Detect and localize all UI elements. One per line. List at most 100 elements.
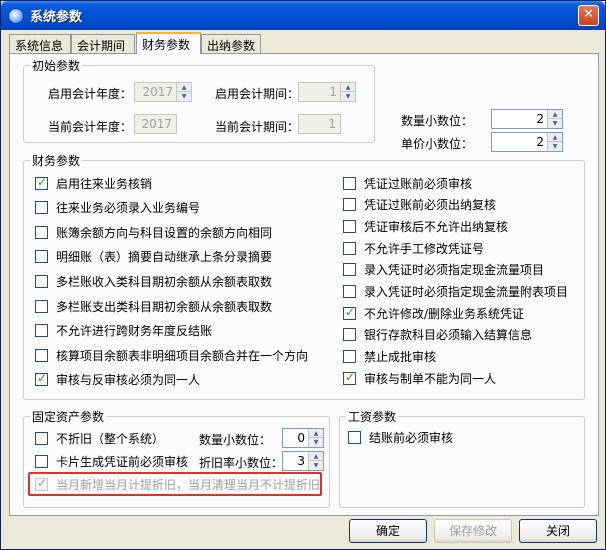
finance-left-checkbox-7[interactable]: 核算项目余额表非明细项目余额合并在一个方向 [35,347,308,363]
fa-rate-decimals-label: 折旧率小数位： [199,456,284,470]
app-icon [8,8,24,24]
finance-left-checkbox-2[interactable]: 账簿余额方向与科目设置的余额方向相同 [35,224,272,240]
tab-accounting-period[interactable]: 会计期间 [71,34,135,53]
system-parameters-window: 系统参数 ✕ 系统信息 会计期间 财务参数 出纳参数 初始参数 启用会计年度： … [0,0,606,550]
checkbox-box[interactable] [35,371,48,387]
salary-audit-checkbox[interactable]: 结账前必须审核 [348,429,453,445]
finance-right-label-5: 录入凭证时必须指定现金流量附表项目 [364,285,569,299]
spin-down-icon[interactable]: ▼ [309,461,323,470]
checkbox-box[interactable] [35,324,48,338]
start-period-spinner: 1 ▲ ▼ [298,82,356,102]
close-window-button[interactable]: ✕ [578,5,599,26]
checkbox-box[interactable] [343,241,356,255]
close-button[interactable]: 关闭 [519,519,597,543]
spin-up-icon[interactable]: ▲ [548,133,562,142]
finance-left-checkbox-0[interactable]: 启用往来业务核销 [35,175,152,191]
current-period-field: 1 [298,114,341,134]
finance-right-checkbox-8[interactable]: 禁止成批审核 [343,349,436,365]
finance-left-checkbox-8[interactable]: 审核与反审核必须为同一人 [35,371,201,388]
checkbox-box[interactable] [343,305,356,320]
finance-left-label-1: 往来业务必须录入业务编号 [56,201,201,216]
tab-cashier-params[interactable]: 出纳参数 [201,34,261,53]
finance-right-label-1: 凭证过账前必须出纳复核 [364,198,497,213]
checkbox-box[interactable] [348,430,361,444]
tab-finance-params[interactable]: 财务参数 [136,32,201,54]
finance-right-label-8: 禁止成批审核 [364,350,437,365]
checkbox-box[interactable] [343,198,356,212]
finance-params-legend: 财务参数 [32,154,81,168]
start-period-label: 启用会计期间： [215,87,300,101]
start-year-spinner: 2017 ▲ ▼ [134,82,192,102]
checkbox-box[interactable] [343,328,356,342]
spin-down-icon[interactable]: ▼ [548,119,562,128]
checkbox-box[interactable] [35,431,48,445]
price-decimals-spinner[interactable]: 2 ▲ ▼ [491,132,563,152]
initial-params-legend: 初始参数 [32,59,81,73]
save-changes-button[interactable]: 保存修改 [434,519,512,543]
checkbox-box[interactable] [35,274,48,288]
window-title: 系统参数 [30,10,83,25]
finance-left-label-8: 审核与反审核必须为同一人 [56,373,201,388]
current-year-label: 当前会计年度： [48,120,133,134]
spin-up-icon[interactable]: ▲ [309,452,323,461]
fa-qty-decimals-spinner[interactable]: 0 ▲ ▼ [282,428,324,448]
finance-right-checkbox-4[interactable]: 录入凭证时必须指定现金流量项目 [343,262,544,278]
fa-rate-decimals-value: 3 [297,454,305,468]
checkbox-box[interactable] [343,285,356,298]
card-audit-checkbox[interactable]: 卡片生成凭证前必须审核 [35,453,188,469]
tab-system-info[interactable]: 系统信息 [9,34,71,53]
finance-right-label-3: 不允许手工修改凭证号 [364,241,485,256]
finance-right-checkbox-5[interactable]: 录入凭证时必须指定现金流量附表项目 [343,284,568,300]
qty-decimals-spinner[interactable]: 2 ▲ ▼ [491,109,563,129]
finance-left-label-3: 明细账（表）摘要自动继承上条分录摘要 [56,250,273,265]
finance-left-checkbox-5[interactable]: 多栏账支出类科目期初余额从余额表取数 [35,298,272,314]
ok-button[interactable]: 确定 [349,519,427,543]
annotation-highlight-box [28,472,322,496]
price-decimals-value: 2 [536,135,544,149]
checkbox-box[interactable] [35,201,48,215]
checkbox-box[interactable] [343,263,356,277]
finance-right-label-0: 凭证过账前必须审核 [364,176,473,191]
spin-up-icon[interactable]: ▲ [309,429,323,438]
finance-left-checkbox-1[interactable]: 往来业务必须录入业务编号 [35,200,200,216]
price-decimals-label: 单价小数位： [401,137,474,151]
finance-right-label-9: 审核与制单不能为同一人 [364,371,497,386]
spin-down-icon: ▼ [177,92,191,101]
finance-right-checkbox-2[interactable]: 凭证审核后不允许出纳复核 [343,218,508,234]
checkbox-box[interactable] [35,175,48,190]
finance-left-checkbox-4[interactable]: 多栏账收入类科目期初余额从余额表取数 [35,273,272,289]
no-depreciation-checkbox[interactable]: 不折旧（整个系统） [35,430,164,446]
finance-right-checkbox-7[interactable]: 银行存款科目必须输入结算信息 [343,327,532,343]
finance-right-checkbox-3[interactable]: 不允许手工修改凭证号 [343,240,484,256]
finance-left-checkbox-3[interactable]: 明细账（表）摘要自动继承上条分录摘要 [35,249,272,265]
spin-down-icon[interactable]: ▼ [309,438,323,447]
checkbox-box[interactable] [35,299,48,313]
fa-qty-decimals-value: 0 [297,431,305,445]
finance-right-checkbox-1[interactable]: 凭证过账前必须出纳复核 [343,197,496,213]
checkbox-box[interactable] [343,350,356,364]
fa-qty-decimals-label: 数量小数位： [199,433,272,447]
checkbox-box[interactable] [35,250,48,264]
spin-down-icon: ▼ [341,92,355,101]
finance-right-checkbox-6[interactable]: 不允许修改/删除业务系统凭证 [343,305,524,321]
checkbox-box[interactable] [343,176,356,190]
qty-decimals-label: 数量小数位： [401,114,474,128]
title-bar[interactable]: 系统参数 ✕ [1,1,605,30]
checkbox-box[interactable] [35,225,48,239]
current-period-label: 当前会计期间： [215,120,300,134]
finance-right-checkbox-0[interactable]: 凭证过账前必须审核 [343,175,472,191]
spin-up-icon[interactable]: ▲ [548,110,562,119]
checkbox-box[interactable] [343,219,356,233]
finance-right-label-7: 银行存款科目必须输入结算信息 [364,328,533,343]
no-depreciation-label: 不折旧（整个系统） [56,431,165,446]
checkbox-box[interactable] [35,454,48,468]
checkbox-box[interactable] [343,370,356,385]
finance-right-checkbox-9[interactable]: 审核与制单不能为同一人 [343,370,496,386]
fa-rate-decimals-spinner[interactable]: 3 ▲ ▼ [282,451,324,471]
finance-right-label-6: 不允许修改/删除业务系统凭证 [364,306,525,321]
spin-up-icon: ▲ [177,83,191,92]
checkbox-box[interactable] [35,348,48,362]
finance-left-checkbox-6[interactable]: 不允许进行跨财务年度反结账 [35,323,212,339]
current-year-field: 2017 [134,114,177,134]
spin-down-icon[interactable]: ▼ [548,142,562,151]
